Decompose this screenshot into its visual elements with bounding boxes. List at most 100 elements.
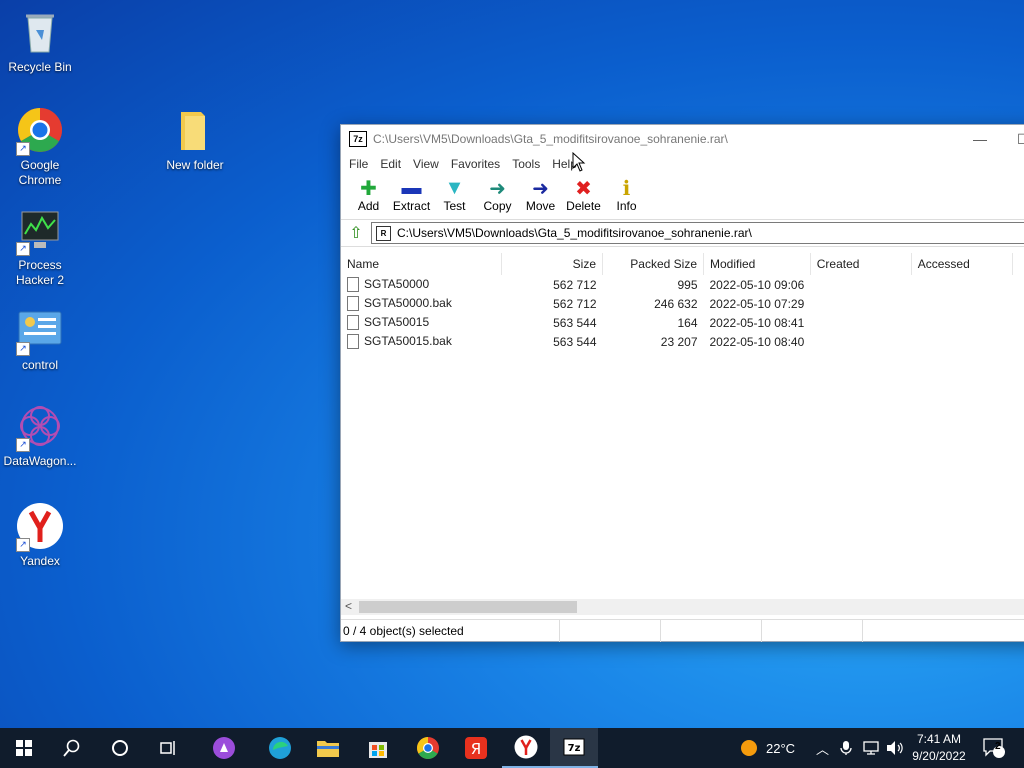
chevron-up-icon: ︿ bbox=[816, 741, 830, 757]
status-cell bbox=[762, 620, 863, 642]
minus-icon: ▬ bbox=[401, 176, 422, 199]
column-accessed[interactable]: Accessed bbox=[911, 253, 1013, 275]
file-size: 562 712 bbox=[553, 296, 597, 311]
desktop-icon-label: control bbox=[21, 358, 59, 372]
file-accessed bbox=[911, 275, 1012, 294]
scroll-left-icon[interactable]: < bbox=[345, 599, 352, 613]
7zip-app-icon: 7z bbox=[349, 131, 367, 147]
7zip-window: 7z C:\Users\VM5\Downloads\Gta_5_modifits… bbox=[340, 124, 1024, 642]
info-icon: ℹ bbox=[622, 177, 631, 200]
volume-tray[interactable] bbox=[886, 728, 904, 768]
file-accessed bbox=[911, 332, 1012, 351]
desktop-icon-yandex[interactable]: ↗ Yandex bbox=[0, 502, 80, 569]
desktop-icon-label: Google Chrome bbox=[18, 158, 62, 187]
column-name[interactable]: Name bbox=[341, 253, 502, 275]
datawagon-icon: ↗ bbox=[16, 402, 64, 452]
horizontal-scrollbar[interactable]: < bbox=[341, 599, 1024, 615]
move-button[interactable]: ➜ Move bbox=[519, 175, 562, 214]
copy-button[interactable]: ➜ Copy bbox=[476, 175, 519, 214]
yandex-browser-icon: ↗ bbox=[16, 502, 64, 552]
svg-text:7z: 7z bbox=[568, 743, 581, 754]
file-packed-size: 995 bbox=[677, 277, 698, 292]
taskbar-edge[interactable] bbox=[256, 728, 304, 768]
file-accessed bbox=[911, 294, 1012, 313]
move-label: Move bbox=[525, 199, 556, 213]
add-button[interactable]: ✚ Add bbox=[347, 175, 390, 214]
desktop-icon-new-folder[interactable]: New folder bbox=[155, 106, 235, 173]
cortana-button[interactable] bbox=[96, 728, 144, 768]
column-created[interactable]: Created bbox=[810, 253, 912, 275]
minimize-button[interactable]: — bbox=[973, 131, 987, 147]
yandex-icon: Я bbox=[465, 737, 487, 759]
network-icon bbox=[863, 741, 879, 755]
file-modified: 2022-05-10 08:41 bbox=[709, 315, 805, 330]
desktop-icon-process-hacker[interactable]: ↗ Process Hacker 2 bbox=[0, 206, 80, 288]
table-row[interactable]: SGTA50000 562 712 995 2022-05-10 09:06 bbox=[341, 275, 1012, 294]
file-modified: 2022-05-10 07:29 bbox=[709, 296, 805, 311]
7zip-icon: 7z bbox=[563, 738, 585, 756]
taskbar-store[interactable] bbox=[354, 728, 402, 768]
store-icon bbox=[369, 742, 387, 758]
column-packed-size[interactable]: Packed Size bbox=[602, 253, 704, 275]
action-center-button[interactable]: 2 bbox=[982, 728, 1006, 768]
network-tray[interactable] bbox=[862, 728, 880, 768]
cortana-circle-icon bbox=[112, 740, 128, 756]
file-icon bbox=[347, 277, 359, 293]
maximize-button[interactable]: ☐ bbox=[1017, 131, 1024, 148]
search-button[interactable] bbox=[48, 728, 96, 768]
taskbar: Я 7z 22°C ︿ 7:41 AM 9/20/2022 2 bbox=[0, 728, 1024, 768]
control-panel-icon: ↗ bbox=[16, 306, 64, 356]
plus-icon: ✚ bbox=[360, 177, 377, 200]
extract-button[interactable]: ▬ Extract bbox=[390, 175, 433, 214]
menu-tools[interactable]: Tools bbox=[506, 157, 546, 171]
folder-up-button[interactable]: ⇧ bbox=[345, 222, 367, 244]
desktop-icon-recycle-bin[interactable]: Recycle Bin bbox=[0, 8, 80, 75]
weather-widget[interactable]: 22°C bbox=[740, 728, 795, 768]
extract-label: Extract bbox=[392, 199, 431, 213]
show-hidden-icons[interactable]: ︿ bbox=[816, 728, 829, 768]
title-bar[interactable]: 7z C:\Users\VM5\Downloads\Gta_5_modifits… bbox=[341, 125, 1024, 153]
desktop-icon-google-chrome[interactable]: ↗ Google Chrome bbox=[0, 106, 80, 188]
folder-icon bbox=[171, 106, 219, 154]
delete-button[interactable]: ✖ Delete bbox=[562, 175, 605, 214]
desktop-icon-datawagon[interactable]: ↗ DataWagon... bbox=[0, 402, 80, 469]
table-row[interactable]: SGTA50015.bak 563 544 23 207 2022-05-10 … bbox=[341, 332, 1012, 351]
delete-label: Delete bbox=[566, 199, 601, 213]
test-button[interactable]: ▼ Test bbox=[433, 175, 476, 214]
file-icon bbox=[347, 315, 359, 331]
task-view-button[interactable] bbox=[144, 728, 192, 768]
column-size[interactable]: Size bbox=[501, 253, 603, 275]
menu-view[interactable]: View bbox=[407, 157, 445, 171]
table-row[interactable]: SGTA50000.bak 562 712 246 632 2022-05-10… bbox=[341, 294, 1012, 313]
menu-file[interactable]: File bbox=[343, 157, 374, 171]
clock-time: 7:41 AM bbox=[916, 732, 962, 746]
taskbar-7zip[interactable]: 7z bbox=[550, 728, 598, 768]
desktop-icon-control[interactable]: ↗ control bbox=[0, 306, 80, 373]
start-button[interactable] bbox=[0, 728, 48, 768]
file-icon bbox=[347, 334, 359, 350]
file-list: Name Size Packed Size Modified Created A… bbox=[341, 253, 1013, 351]
taskbar-alice[interactable] bbox=[200, 728, 248, 768]
taskbar-yandex-search[interactable]: Я bbox=[452, 728, 500, 768]
task-view-icon bbox=[160, 741, 175, 755]
file-modified: 2022-05-10 09:06 bbox=[709, 277, 805, 292]
menu-favorites[interactable]: Favorites bbox=[445, 157, 506, 171]
column-modified[interactable]: Modified bbox=[703, 253, 811, 275]
menu-edit[interactable]: Edit bbox=[374, 157, 407, 171]
table-row[interactable]: SGTA50015 563 544 164 2022-05-10 08:41 bbox=[341, 313, 1012, 332]
address-bar: ⇧ R C:\Users\VM5\Downloads\Gta_5_modifit… bbox=[341, 220, 1024, 247]
taskbar-yandex-browser[interactable] bbox=[502, 728, 550, 768]
windows-logo-icon bbox=[16, 740, 32, 756]
info-button[interactable]: ℹ Info bbox=[605, 175, 648, 214]
folder-up-icon: ⇧ bbox=[349, 225, 363, 242]
path-input[interactable]: R C:\Users\VM5\Downloads\Gta_5_modifitsi… bbox=[371, 222, 1024, 244]
delete-x-icon: ✖ bbox=[575, 177, 592, 200]
taskbar-file-explorer[interactable] bbox=[304, 728, 352, 768]
desktop-icon-label: Recycle Bin bbox=[8, 60, 72, 74]
shortcut-arrow-icon: ↗ bbox=[16, 438, 30, 452]
clock[interactable]: 7:41 AM 9/20/2022 bbox=[910, 731, 968, 765]
scrollbar-thumb[interactable] bbox=[359, 601, 577, 613]
taskbar-chrome[interactable] bbox=[404, 728, 452, 768]
file-created bbox=[810, 313, 911, 332]
microphone-tray[interactable] bbox=[840, 728, 852, 768]
